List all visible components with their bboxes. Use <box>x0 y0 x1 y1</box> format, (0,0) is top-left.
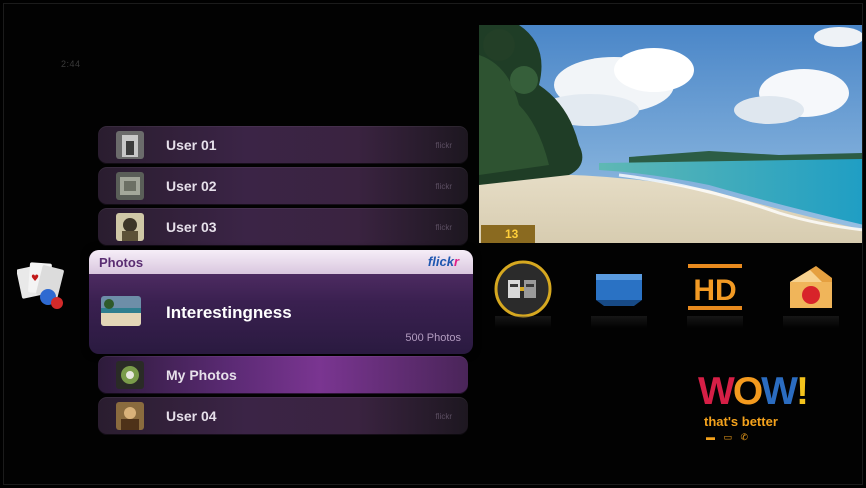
user-avatar <box>116 402 144 430</box>
clock: 2:44 <box>61 59 81 69</box>
user-avatar <box>116 213 144 241</box>
list-item-label: User 01 <box>166 137 217 153</box>
tile-reflection <box>591 316 647 328</box>
list-item-label: User 04 <box>166 408 217 424</box>
list-item[interactable]: User 01 flickr <box>98 126 468 164</box>
tv-guide-icon[interactable] <box>590 260 648 318</box>
photo-count: 500 Photos <box>405 332 461 344</box>
card-title: Photos <box>99 255 144 270</box>
source-label: flickr <box>435 412 452 421</box>
wow-tagline: that's better <box>704 414 778 429</box>
flickr-logo: flickr <box>427 254 459 269</box>
hd-icon[interactable]: HD <box>686 260 744 318</box>
card-header: Photos flickr <box>89 250 473 274</box>
source-label: flickr <box>435 223 452 232</box>
media-selector-icon[interactable] <box>494 260 552 318</box>
photo-index-badge: 13 <box>481 225 535 243</box>
list-item-label: User 02 <box>166 178 217 194</box>
list-item[interactable]: User 03 flickr <box>98 208 468 246</box>
user-avatar <box>116 131 144 159</box>
source-label: flickr <box>435 182 452 191</box>
svg-text:♥: ♥ <box>31 274 39 284</box>
tile-reflection <box>687 316 743 328</box>
my-photos-icon <box>116 361 144 389</box>
tile-reflection <box>783 316 839 328</box>
svg-text:HD: HD <box>693 274 736 307</box>
photos-expanded-card[interactable]: Photos flickr Interestingness 500 Photos <box>89 250 473 354</box>
tile-reflection <box>495 316 551 328</box>
wow-wordmark: WOW! <box>698 370 809 413</box>
list-item-label: My Photos <box>166 367 237 383</box>
list-item-label: User 03 <box>166 219 217 235</box>
source-label: flickr <box>435 141 452 150</box>
device-icons: ▬ ▭ ✆ <box>706 432 752 442</box>
games-cards-icon[interactable]: ♥ <box>17 259 67 311</box>
recordings-icon[interactable] <box>782 260 840 318</box>
photo-preview-image <box>479 25 862 243</box>
user-avatar <box>116 172 144 200</box>
list-item[interactable]: User 04 flickr <box>98 397 468 435</box>
tv-screen: 2:44 ♥ User 01 flickr User 02 flickr Use… <box>3 3 863 485</box>
interestingness-thumbnail <box>101 296 141 326</box>
wow-logo: WOW! that's better ▬ ▭ ✆ <box>698 372 828 452</box>
list-item-my-photos[interactable]: My Photos <box>98 356 468 394</box>
list-item[interactable]: User 02 flickr <box>98 167 468 205</box>
interestingness-label: Interestingness <box>166 303 292 322</box>
